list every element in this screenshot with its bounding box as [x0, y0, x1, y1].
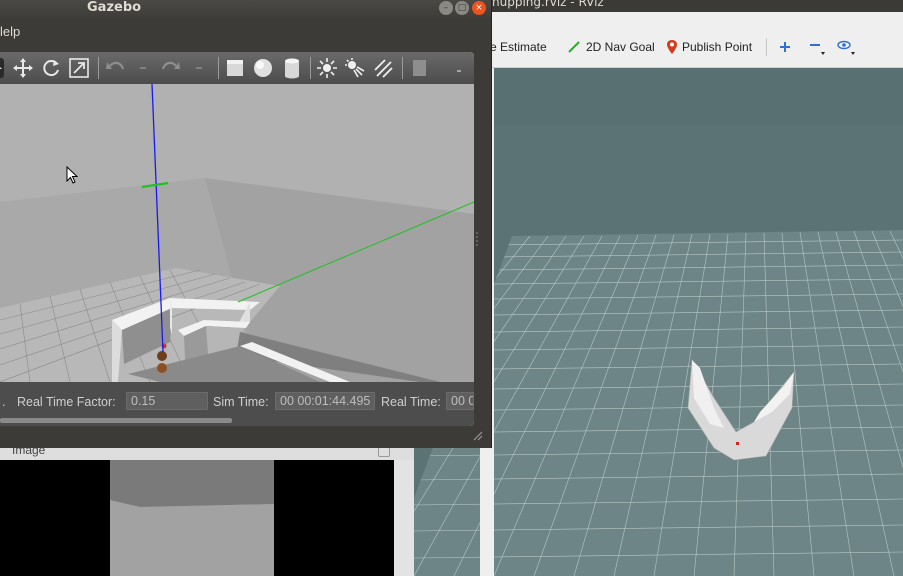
point-light-icon[interactable]: [316, 57, 338, 79]
camera-image: [0, 460, 394, 576]
toolbar-separator: [310, 57, 311, 79]
box-icon[interactable]: [224, 57, 246, 79]
image-panel-gutter: [394, 460, 414, 576]
gazebo-window-title: Gazebo: [87, 0, 142, 15]
sim-time-value: 00 00:01:44.495: [275, 392, 375, 410]
directional-light-icon[interactable]: [372, 57, 394, 79]
camera-image-view: [0, 460, 394, 576]
close-button[interactable]: ×: [472, 1, 486, 15]
publish-point-tool[interactable]: Publish Point: [666, 36, 752, 58]
desktop: hupping.rviz - RViz se Estimate 2D Nav G…: [0, 0, 903, 576]
resize-grip-icon[interactable]: [470, 428, 484, 442]
gazebo-3d-scene[interactable]: [0, 84, 474, 382]
map-pin-icon: [667, 40, 677, 54]
toolbar-separator: [766, 38, 767, 56]
nav-goal-tool[interactable]: 2D Nav Goal: [566, 36, 655, 58]
toolbar-separator: [98, 57, 99, 79]
rotate-icon[interactable]: [40, 57, 62, 79]
minus-icon: [810, 44, 825, 55]
splitter-handle[interactable]: [474, 230, 480, 250]
minimize-button[interactable]: –: [439, 1, 453, 15]
image-panel-undock-button[interactable]: [378, 447, 390, 457]
publish-point-label: Publish Point: [682, 40, 753, 54]
sim-time-label: Sim Time:: [213, 395, 269, 409]
real-time-factor-value: 0.15: [126, 392, 208, 410]
copy-icon[interactable]: [408, 57, 430, 79]
toolbar-separator: [218, 57, 219, 79]
undo-icon[interactable]: [104, 57, 126, 79]
maximize-button[interactable]: □: [455, 1, 469, 15]
gazebo-status-bar: . Real Time Factor: 0.15 Sim Time: 00 00…: [0, 382, 474, 426]
gazebo-window: Gazebo – □ × lelp . Real Time Factor: 0.…: [0, 0, 492, 448]
undo-dropdown-icon[interactable]: [136, 57, 150, 79]
redo-icon[interactable]: [160, 57, 182, 79]
rviz-titlebar[interactable]: hupping.rviz - RViz: [480, 0, 903, 12]
view-tool-button[interactable]: [836, 36, 858, 58]
real-time-factor-label: Real Time Factor:: [17, 395, 116, 409]
rviz-toolbar: se Estimate 2D Nav Goal Publish Point: [480, 12, 903, 68]
pose-estimate-label: se Estimate: [484, 40, 547, 54]
gazebo-toolbar: [0, 52, 474, 84]
status-scrollbar[interactable]: [0, 418, 232, 423]
help-menu[interactable]: lelp: [0, 24, 20, 39]
toolbar-more-icon[interactable]: [452, 57, 466, 79]
gazebo-menubar: lelp: [0, 20, 491, 44]
redo-dropdown-icon[interactable]: [192, 57, 206, 79]
nav-goal-arrow-icon: [568, 41, 580, 53]
eye-icon: [837, 40, 855, 55]
remove-tool-button[interactable]: [808, 36, 826, 58]
gazebo-titlebar[interactable]: Gazebo – □ ×: [0, 0, 491, 20]
spot-light-icon[interactable]: [344, 57, 366, 79]
mouse-cursor-icon: [66, 166, 78, 184]
cylinder-icon[interactable]: [281, 57, 303, 79]
real-time-value: 00 0: [446, 392, 474, 410]
gazebo-scene-render: [0, 84, 474, 382]
sphere-icon[interactable]: [252, 57, 274, 79]
status-dot: .: [2, 395, 6, 409]
image-panel: Image: [0, 443, 414, 576]
rviz-window-title: hupping.rviz - RViz: [492, 0, 604, 9]
add-tool-button[interactable]: [778, 36, 792, 58]
scale-icon[interactable]: [68, 57, 90, 79]
translate-icon[interactable]: [12, 57, 34, 79]
gazebo-main-panel: . Real Time Factor: 0.15 Sim Time: 00 00…: [0, 52, 474, 426]
nav-goal-label: 2D Nav Goal: [586, 40, 655, 54]
toolbar-separator: [402, 57, 403, 79]
real-time-label: Real Time:: [381, 395, 441, 409]
plus-icon: [780, 42, 790, 52]
